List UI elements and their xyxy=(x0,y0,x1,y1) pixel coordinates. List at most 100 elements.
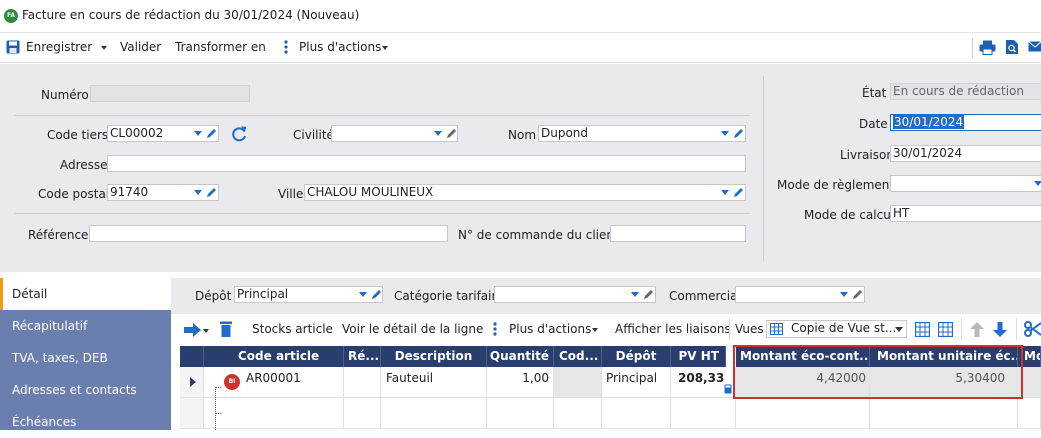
cell-code-article[interactable]: BI AR00001 xyxy=(204,367,344,398)
cell-code-article-value: AR00001 xyxy=(246,371,301,385)
nom-dropdown-icon[interactable] xyxy=(721,131,729,136)
depot-dropdown-icon[interactable] xyxy=(359,292,367,297)
arrow-up-icon[interactable] xyxy=(969,321,985,338)
date-field[interactable]: 30/01/2024 xyxy=(890,114,1041,131)
chevron-down-icon[interactable] xyxy=(203,329,209,333)
nom-field[interactable]: Dupond xyxy=(538,125,746,142)
commercial-edit-icon[interactable] xyxy=(852,289,863,300)
calcul-label: Mode de calcul xyxy=(804,208,894,222)
show-links-button[interactable]: Afficher les liaisons xyxy=(615,322,731,336)
code-tiers-value: CL00002 xyxy=(110,126,163,140)
code-postal-field[interactable]: 91740 xyxy=(107,184,219,201)
grid-more-actions-label: Plus d'actions xyxy=(509,322,591,336)
view-selector[interactable]: Copie de Vue st... xyxy=(766,320,907,338)
column-header-code-article[interactable]: Code article xyxy=(204,346,344,367)
reglement-field[interactable] xyxy=(890,175,1041,192)
code-postal-edit-icon[interactable] xyxy=(206,187,217,198)
highlight-box xyxy=(733,345,1023,399)
code-tiers-edit-icon[interactable] xyxy=(206,128,217,139)
cell-reference[interactable] xyxy=(344,398,381,429)
code-postal-value: 91740 xyxy=(110,185,148,199)
trash-icon[interactable] xyxy=(219,320,233,338)
reglement-dropdown-icon[interactable] xyxy=(1034,181,1041,186)
commercial-dropdown-icon[interactable] xyxy=(840,292,848,297)
column-header-reference[interactable]: Ré... xyxy=(344,346,381,367)
view-dropdown-icon[interactable] xyxy=(895,327,903,332)
transform-button[interactable]: Transformer en xyxy=(175,40,266,54)
form-divider xyxy=(14,213,750,214)
nom-edit-icon[interactable] xyxy=(733,128,744,139)
adresse-label: Adresse xyxy=(60,158,108,172)
nav-item-recapitulatif[interactable]: Récapitulatif xyxy=(0,310,171,342)
column-header-quantite[interactable]: Quantité xyxy=(487,346,554,367)
row-selector[interactable] xyxy=(180,398,204,429)
cell-pv-ht[interactable] xyxy=(671,398,736,429)
ville-dropdown-icon[interactable] xyxy=(721,190,729,195)
cell-description[interactable]: Fauteuil xyxy=(381,367,487,398)
cell-quantite[interactable]: 1,00 xyxy=(487,367,554,398)
arrow-right-icon[interactable] xyxy=(183,322,203,338)
code-tiers-field[interactable]: CL00002 xyxy=(107,125,219,142)
vues-label: Vues xyxy=(735,322,764,336)
calculator-icon[interactable] xyxy=(724,384,732,394)
categorie-dropdown-icon[interactable] xyxy=(631,292,639,297)
cell-depot[interactable] xyxy=(602,398,671,429)
cell-description[interactable] xyxy=(381,398,487,429)
column-header-code[interactable]: Cod... xyxy=(554,346,602,367)
livraison-field[interactable]: 30/01/2024 xyxy=(890,145,1041,162)
refresh-icon[interactable] xyxy=(229,124,249,144)
more-actions-label: Plus d'actions xyxy=(299,40,381,54)
grid-more-actions-button[interactable]: Plus d'actions xyxy=(509,322,598,336)
code-tiers-dropdown-icon[interactable] xyxy=(194,131,202,136)
stocks-article-button[interactable]: Stocks article xyxy=(252,322,333,336)
nav-item-echeances[interactable]: Échéances xyxy=(0,406,171,438)
nav-item-tva[interactable]: TVA, taxes, DEB xyxy=(0,342,171,374)
adresse-field[interactable] xyxy=(107,155,746,172)
nav-item-adresses[interactable]: Adresses et contacts xyxy=(0,374,171,406)
validate-button[interactable]: Valider xyxy=(120,40,161,54)
cell-depot[interactable]: Principal xyxy=(602,367,671,398)
civilite-edit-icon[interactable] xyxy=(446,128,457,139)
preview-icon[interactable] xyxy=(1005,39,1019,55)
table-view-icon xyxy=(770,323,783,335)
cell-reference[interactable] xyxy=(344,367,381,398)
cell-quantite[interactable] xyxy=(487,398,554,429)
ville-field[interactable]: CHALOU MOULINEUX xyxy=(304,184,746,201)
categorie-edit-icon[interactable] xyxy=(643,289,654,300)
commande-client-field[interactable] xyxy=(610,225,746,242)
column-header-description[interactable]: Description xyxy=(381,346,487,367)
app-badge-icon: FA xyxy=(4,9,18,23)
code-postal-dropdown-icon[interactable] xyxy=(194,190,202,195)
save-icon[interactable] xyxy=(6,40,20,54)
print-icon[interactable] xyxy=(979,40,996,55)
email-icon[interactable] xyxy=(1028,41,1041,52)
grid-columns-icon[interactable] xyxy=(938,322,953,337)
cell-code-article[interactable] xyxy=(204,398,344,429)
depot-edit-icon[interactable] xyxy=(371,289,382,300)
reference-field[interactable] xyxy=(89,225,448,242)
grid-settings-icon[interactable] xyxy=(915,322,930,337)
depot-label: Dépôt xyxy=(195,289,231,303)
scissors-icon[interactable] xyxy=(1024,321,1041,338)
nav-item-detail[interactable]: Détail xyxy=(0,278,171,310)
main-toolbar: Enregistrer Valider Transformer en Plus … xyxy=(0,33,1041,63)
calcul-field[interactable]: HT xyxy=(890,205,1041,222)
civilite-dropdown-icon[interactable] xyxy=(434,131,442,136)
depot-value: Principal xyxy=(237,287,288,301)
column-header-pv-ht[interactable]: PV HT xyxy=(671,346,726,367)
view-line-detail-button[interactable]: Voir le détail de la ligne xyxy=(342,322,483,336)
bi-badge-icon: BI xyxy=(224,374,240,390)
livraison-label: Livraison xyxy=(840,148,894,162)
date-value: 30/01/2024 xyxy=(893,115,964,129)
cell-pv-ht[interactable]: 208,33 xyxy=(671,367,736,398)
ville-edit-icon[interactable] xyxy=(733,187,744,198)
view-selector-value: Copie de Vue st... xyxy=(791,321,896,336)
arrow-down-icon[interactable] xyxy=(992,321,1008,338)
save-button[interactable]: Enregistrer xyxy=(26,40,107,54)
vertical-dots-icon xyxy=(284,40,288,54)
column-header-depot[interactable]: Dépôt xyxy=(602,346,671,367)
more-actions-button[interactable]: Plus d'actions xyxy=(299,40,388,54)
cell-code xyxy=(554,398,602,429)
row-selector[interactable] xyxy=(180,367,204,398)
cell-montant-unitaire xyxy=(870,398,1018,429)
